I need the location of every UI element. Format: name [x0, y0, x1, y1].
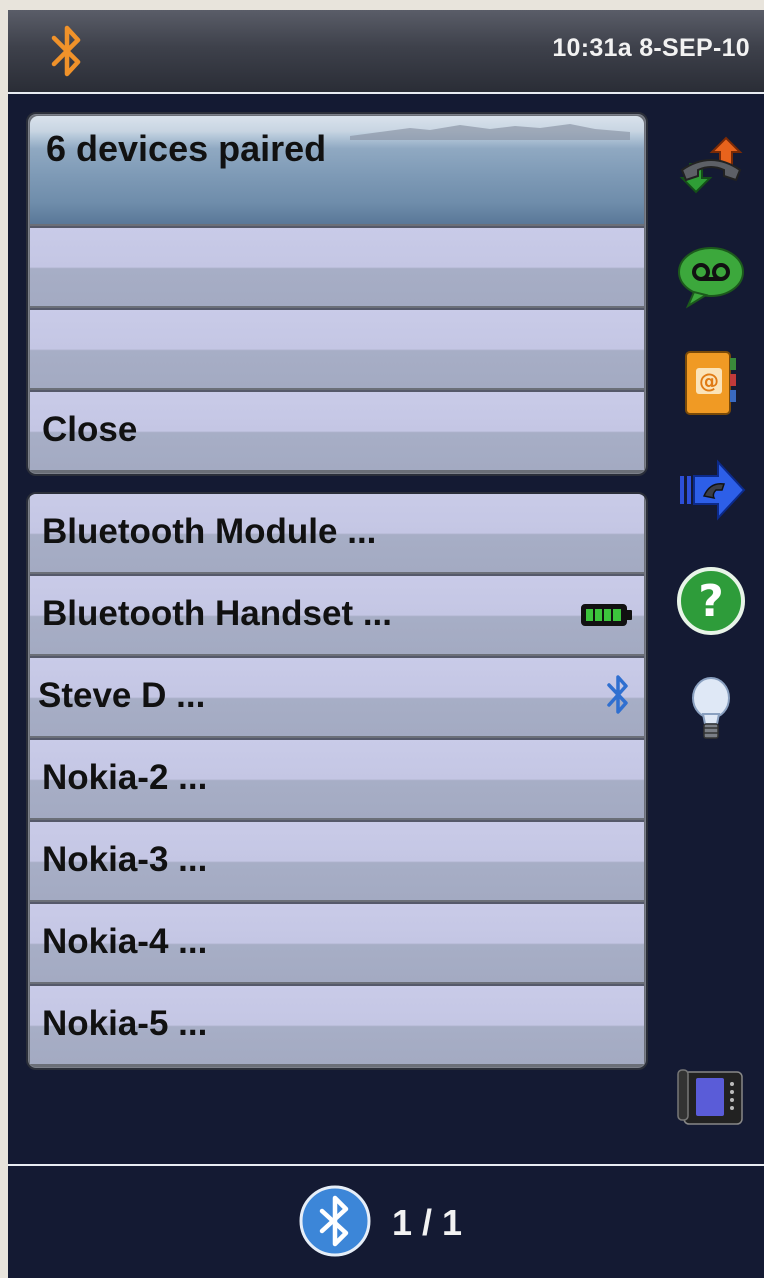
- bluetooth-icon: [607, 675, 628, 714]
- status-bar: 10:31a 8-SEP-10: [8, 10, 764, 94]
- device-row[interactable]: Bluetooth Handset ...: [30, 574, 644, 654]
- device-name: Nokia-4 ...: [42, 922, 208, 961]
- page-indicator: 1 / 1: [392, 1202, 463, 1243]
- battery-full-icon: [581, 604, 632, 626]
- paired-menu-panel: 6 devices paired Close: [26, 112, 648, 476]
- phone-screen: 10:31a 8-SEP-10 6 devices paired Close B…: [8, 10, 764, 1278]
- paired-count-title: 6 devices paired: [46, 128, 327, 169]
- bluetooth-icon[interactable]: [48, 22, 86, 80]
- forward-call-icon[interactable]: [674, 454, 748, 528]
- device-row[interactable]: Nokia-4 ...: [30, 902, 644, 982]
- mountains-decoration: [350, 124, 630, 140]
- device-row[interactable]: Nokia-3 ...: [30, 820, 644, 900]
- svg-text:?: ?: [698, 576, 724, 627]
- device-row[interactable]: Nokia-5 ...: [30, 984, 644, 1064]
- panel-header: 6 devices paired: [30, 116, 644, 224]
- call-transfer-icon[interactable]: [674, 130, 748, 204]
- device-name: Bluetooth Handset ...: [42, 594, 392, 633]
- bottom-bar: 1 / 1: [8, 1164, 764, 1278]
- close-label: Close: [42, 410, 138, 449]
- close-button[interactable]: Close: [30, 390, 644, 470]
- lightbulb-icon[interactable]: [674, 672, 748, 746]
- device-row[interactable]: Steve D ...: [30, 656, 644, 736]
- device-name: Bluetooth Module ...: [42, 512, 377, 551]
- svg-text:@: @: [699, 369, 719, 393]
- device-name: Nokia-5 ...: [42, 1004, 208, 1043]
- clock: 10:31a 8-SEP-10: [552, 34, 750, 62]
- device-name: Nokia-3 ...: [42, 840, 208, 879]
- desk-phone-icon[interactable]: [674, 1062, 748, 1136]
- device-row[interactable]: Nokia-2 ...: [30, 738, 644, 818]
- devices-list-panel: Bluetooth Module ... Bluetooth Handset .…: [26, 492, 648, 1070]
- device-name: Nokia-2 ...: [42, 758, 208, 797]
- bluetooth-icon[interactable]: [298, 1184, 372, 1258]
- device-name: Steve D ...: [38, 676, 206, 715]
- device-row[interactable]: Bluetooth Module ...: [30, 494, 644, 572]
- help-icon[interactable]: ?: [674, 564, 748, 638]
- contacts-icon[interactable]: @: [674, 346, 748, 420]
- voicemail-icon[interactable]: [674, 238, 748, 312]
- menu-row-1[interactable]: [30, 226, 644, 306]
- menu-row-2[interactable]: [30, 308, 644, 388]
